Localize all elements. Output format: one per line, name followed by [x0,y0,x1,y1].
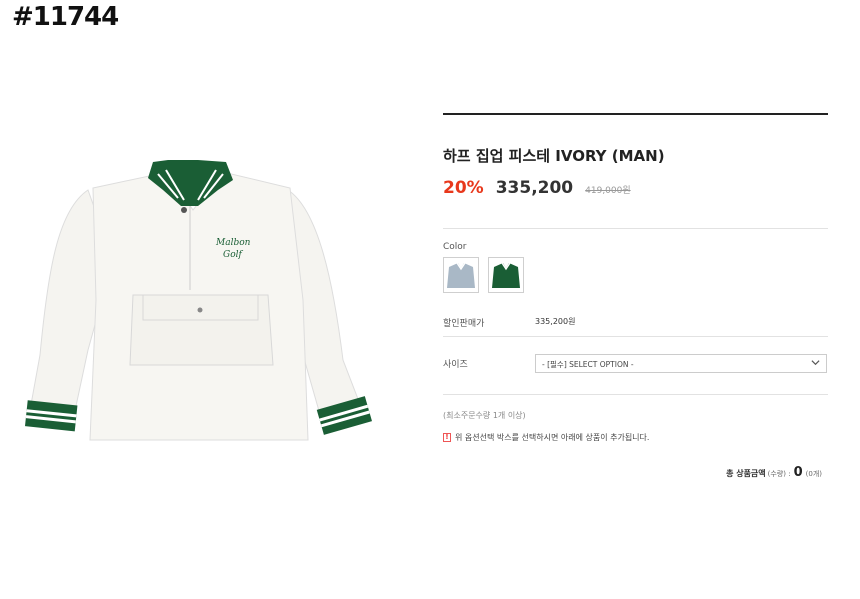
total-qty-label: (수량) : [767,470,791,478]
light-blue-jacket-icon [444,258,478,292]
original-price: 419,000원 [585,186,631,196]
sale-price: 335,200 [495,178,574,198]
product-image: Malbon Golf [18,150,378,450]
min-order-note: (최소주문수량 1개 이상) [443,411,526,420]
total-price: 총 상품금액 (수량) : 0 (0개) [726,465,822,480]
total-value: 0 [793,465,803,480]
discount-price-value: 335,200원 [535,317,576,326]
discount-price-label: 할인판매가 [443,319,485,329]
jacket-logo-line2: Golf [223,250,243,260]
green-jacket-icon [489,258,523,292]
chevron-down-icon [811,360,820,366]
total-count: (0개) [805,470,822,478]
color-swatch-blue[interactable] [443,257,479,293]
jacket-logo-line1: Malbon [215,238,251,248]
total-label: 총 상품금액 [726,469,766,478]
discount-rate: 20% [443,178,484,198]
divider [443,228,828,229]
color-swatch-green[interactable] [488,257,524,293]
option-alert: ! 위 옵션선택 박스를 선택하시면 아래에 상품이 추가됩니다. [443,432,649,443]
size-select-value: - [필수] SELECT OPTION - [542,360,634,369]
product-code-tag: #11744 [12,2,119,32]
alert-icon: ! [443,433,451,442]
divider [443,113,828,115]
price-row: 20% 335,200 419,000원 [443,178,631,198]
alert-text: 위 옵션선택 박스를 선택하시면 아래에 상품이 추가됩니다. [455,433,650,442]
jacket-illustration: Malbon Golf [24,160,372,441]
color-label: Color [443,242,467,252]
size-select[interactable]: - [필수] SELECT OPTION - [535,354,827,373]
divider [443,336,828,337]
divider [443,394,828,395]
product-info-panel: 하프 집업 피스테 IVORY (MAN) 20% 335,200 419,00… [443,0,828,599]
product-title: 하프 집업 피스테 IVORY (MAN) [443,147,665,165]
size-label: 사이즈 [443,360,468,370]
